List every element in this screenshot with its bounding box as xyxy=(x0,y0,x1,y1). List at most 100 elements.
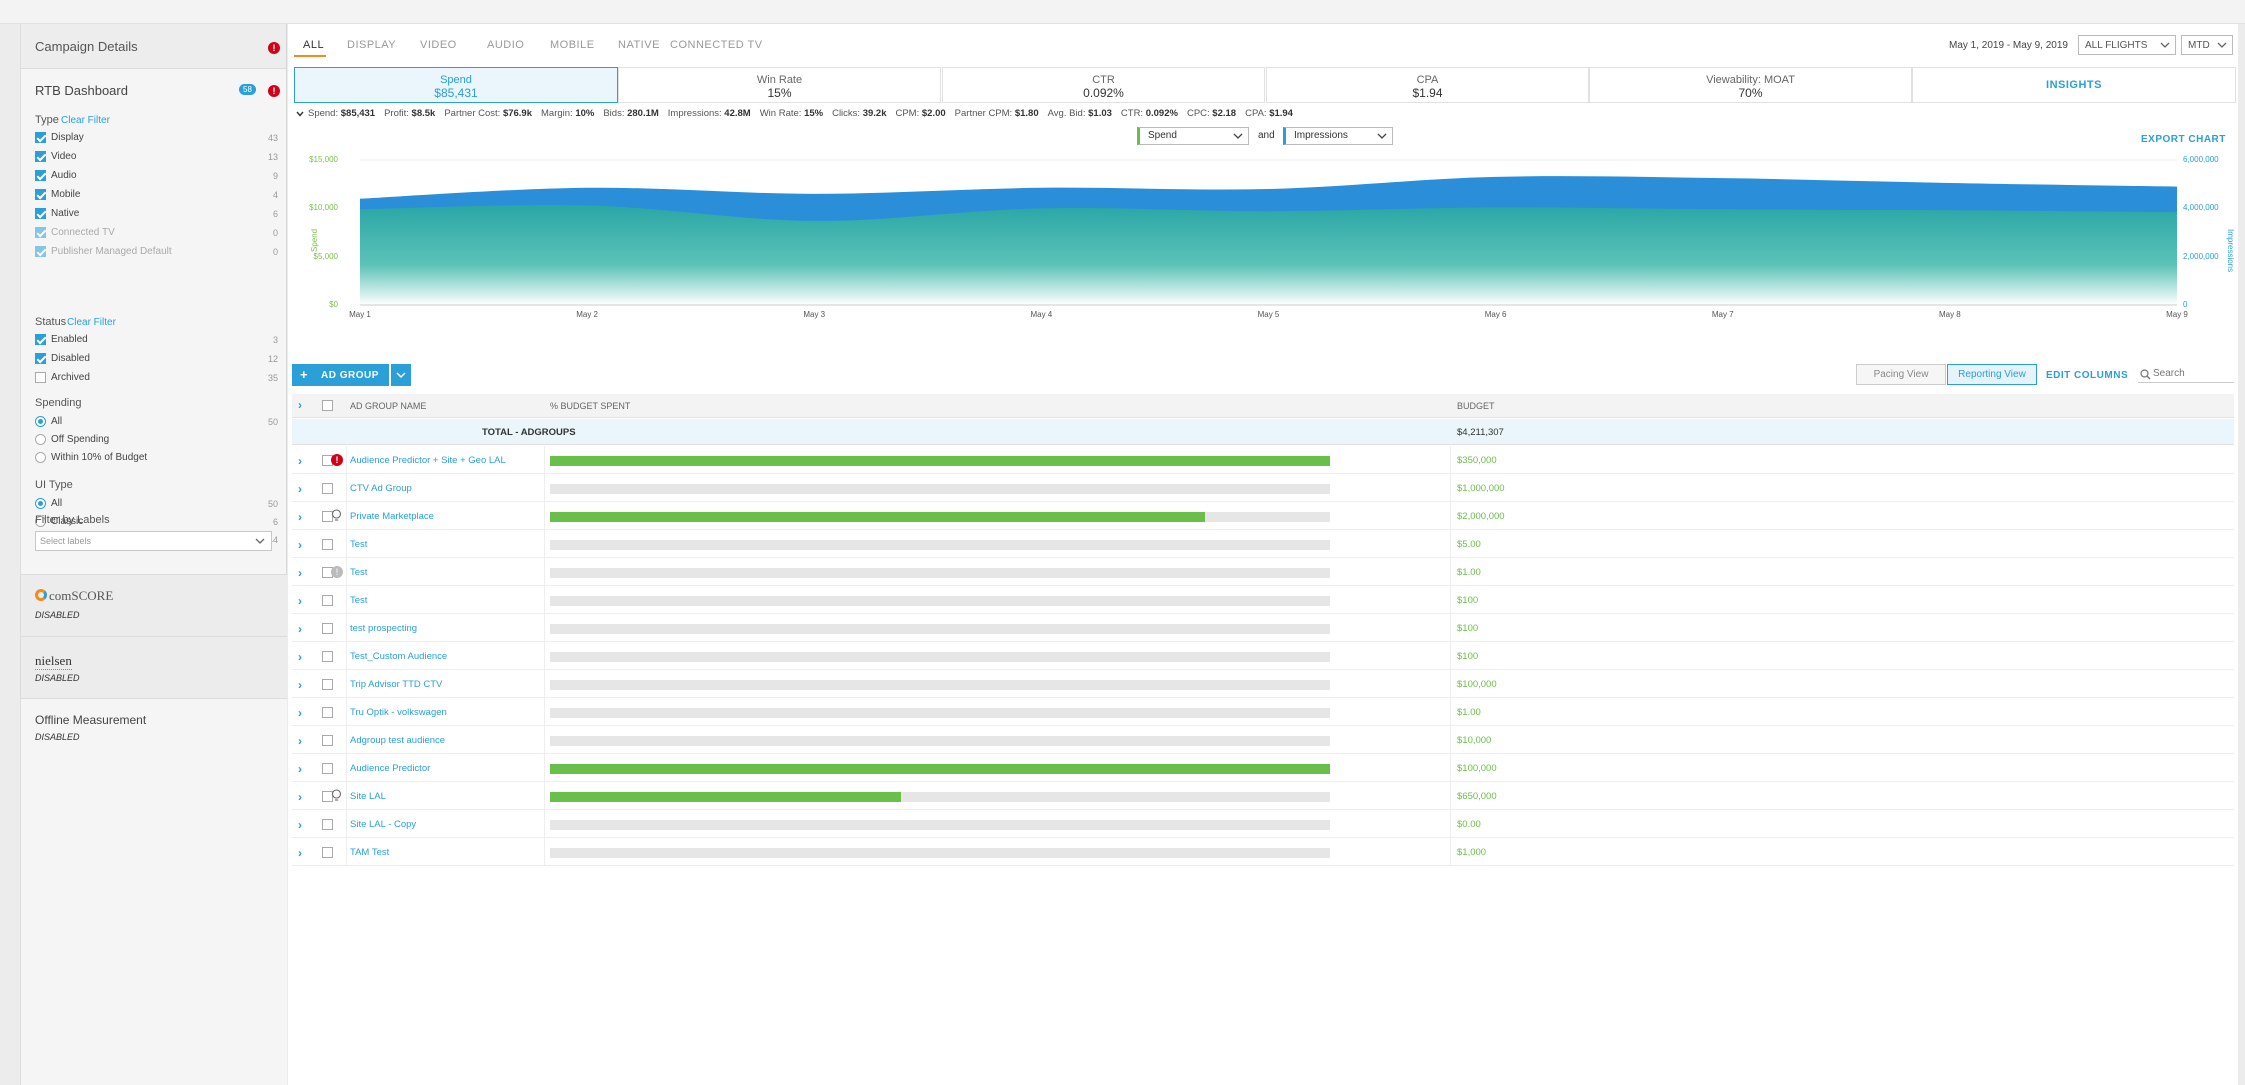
row-checkbox[interactable] xyxy=(322,679,333,690)
col-header-budget-spent[interactable]: % BUDGET SPENT xyxy=(550,401,630,411)
ad-group-name-link[interactable]: Test_Custom Audience xyxy=(350,651,447,662)
row-checkbox[interactable] xyxy=(322,735,333,746)
table-row[interactable]: › Site LAL - Copy $0.00 xyxy=(292,810,2234,838)
type-label: Type xyxy=(35,114,59,126)
ad-group-name-link[interactable]: Test xyxy=(350,539,367,550)
table-row[interactable]: › Site LAL $650,000 xyxy=(292,782,2234,810)
expand-row-chevron-icon[interactable]: › xyxy=(298,566,302,580)
status-clear-filter-link[interactable]: Clear Filter xyxy=(67,317,116,328)
row-checkbox[interactable] xyxy=(322,595,333,606)
col-header-name[interactable]: AD GROUP NAME xyxy=(350,401,426,411)
budget-spent-bar xyxy=(550,596,1330,606)
ad-group-name-link[interactable]: TAM Test xyxy=(350,847,389,858)
ad-group-name-link[interactable]: Private Marketplace xyxy=(350,511,434,522)
budget-value: $350,000 xyxy=(1457,455,1497,466)
nielsen-block[interactable]: nielsen DISABLED xyxy=(21,636,287,698)
ad-group-name-link[interactable]: Test xyxy=(350,567,367,578)
row-checkbox[interactable] xyxy=(322,847,333,858)
expand-row-chevron-icon[interactable]: › xyxy=(298,650,302,664)
radio-all[interactable] xyxy=(35,416,46,427)
table-row[interactable]: ›! Audience Predictor + Site + Geo LAL $35… xyxy=(292,446,2234,474)
row-checkbox[interactable] xyxy=(322,539,333,550)
radio-off-spending[interactable] xyxy=(35,434,46,445)
column-divider xyxy=(346,614,347,642)
table-row[interactable]: › Private Marketplace $2,000,000 xyxy=(292,502,2234,530)
column-divider xyxy=(346,446,347,474)
search-input[interactable] xyxy=(2153,366,2233,380)
radio-all[interactable] xyxy=(35,498,46,509)
table-row[interactable]: › test prospecting $100 xyxy=(292,614,2234,642)
row-checkbox[interactable] xyxy=(322,651,333,662)
ad-group-name-link[interactable]: Audience Predictor xyxy=(350,763,430,774)
ad-group-name-link[interactable]: test prospecting xyxy=(350,623,417,634)
checkbox-audio[interactable] xyxy=(35,170,46,181)
expand-row-chevron-icon[interactable]: › xyxy=(298,678,302,692)
expand-row-chevron-icon[interactable]: › xyxy=(298,454,302,468)
search-field[interactable] xyxy=(2138,365,2234,383)
expand-row-chevron-icon[interactable]: › xyxy=(298,762,302,776)
col-header-budget[interactable]: BUDGET xyxy=(1457,401,1495,411)
ad-group-name-link[interactable]: Adgroup test audience xyxy=(350,735,445,746)
checkbox-archived[interactable] xyxy=(35,372,46,383)
ad-group-menu-button[interactable] xyxy=(391,364,411,386)
campaign-details-header[interactable]: Campaign Details ! xyxy=(21,24,286,69)
row-checkbox[interactable] xyxy=(322,623,333,634)
table-row[interactable]: › Adgroup test audience $10,000 xyxy=(292,726,2234,754)
offline-measurement-block[interactable]: Offline Measurement DISABLED xyxy=(21,698,287,1085)
ad-group-name-link[interactable]: Trip Advisor TTD CTV xyxy=(350,679,442,690)
ad-group-name-link[interactable]: Site LAL xyxy=(350,791,386,802)
pacing-view-button[interactable]: Pacing View xyxy=(1856,364,1946,385)
ad-group-name-link[interactable]: CTV Ad Group xyxy=(350,483,412,494)
filter-count: 6 xyxy=(272,209,278,219)
labels-select[interactable]: Select labels xyxy=(35,531,272,551)
expand-row-chevron-icon[interactable]: › xyxy=(298,706,302,720)
radio-within-10-of-budget[interactable] xyxy=(35,452,46,463)
row-checkbox[interactable] xyxy=(322,819,333,830)
table-row[interactable]: › Test_Custom Audience $100 xyxy=(292,642,2234,670)
expand-row-chevron-icon[interactable]: › xyxy=(298,510,302,524)
x-tick-label: May 8 xyxy=(1938,310,1961,319)
table-row[interactable]: ›! Test $1.00 xyxy=(292,558,2234,586)
comscore-block[interactable]: comSCORE DISABLED xyxy=(21,574,287,636)
ad-group-name-link[interactable]: Audience Predictor + Site + Geo LAL xyxy=(350,455,506,466)
checkbox-display[interactable] xyxy=(35,132,46,143)
expand-row-chevron-icon[interactable]: › xyxy=(298,790,302,804)
checkbox-enabled[interactable] xyxy=(35,334,46,345)
type-clear-filter-link[interactable]: Clear Filter xyxy=(61,115,110,126)
expand-row-chevron-icon[interactable]: › xyxy=(298,482,302,496)
reporting-view-button[interactable]: Reporting View xyxy=(1947,364,2037,385)
expand-row-chevron-icon[interactable]: › xyxy=(298,538,302,552)
table-row[interactable]: › CTV Ad Group $1,000,000 xyxy=(292,474,2234,502)
ad-group-name-link[interactable]: Site LAL - Copy xyxy=(350,819,416,830)
expand-all-chevron-icon[interactable]: › xyxy=(298,398,302,412)
table-row[interactable]: › TAM Test $1,000 xyxy=(292,838,2234,866)
checkbox-connected-tv[interactable] xyxy=(35,227,46,238)
ad-group-name-link[interactable]: Test xyxy=(350,595,367,606)
checkbox-mobile[interactable] xyxy=(35,189,46,200)
add-ad-group-button[interactable]: + AD GROUP xyxy=(292,364,389,386)
row-checkbox[interactable] xyxy=(322,763,333,774)
table-row[interactable]: › Test $5.00 xyxy=(292,530,2234,558)
expand-row-chevron-icon[interactable]: › xyxy=(298,846,302,860)
expand-row-chevron-icon[interactable]: › xyxy=(298,734,302,748)
edit-columns-button[interactable]: EDIT COLUMNS xyxy=(2046,370,2128,381)
chevron-down-icon xyxy=(396,372,406,379)
table-row[interactable]: › Trip Advisor TTD CTV $100,000 xyxy=(292,670,2234,698)
row-checkbox[interactable] xyxy=(322,707,333,718)
expand-row-chevron-icon[interactable]: › xyxy=(298,594,302,608)
expand-row-chevron-icon[interactable]: › xyxy=(298,622,302,636)
row-checkbox[interactable] xyxy=(322,483,333,494)
checkbox-native[interactable] xyxy=(35,208,46,219)
table-row[interactable]: › Tru Optik - volkswagen $1.00 xyxy=(292,698,2234,726)
checkbox-disabled[interactable] xyxy=(35,353,46,364)
column-divider xyxy=(346,530,347,558)
ad-group-name-link[interactable]: Tru Optik - volkswagen xyxy=(350,707,447,718)
checkbox-publisher-managed-default[interactable] xyxy=(35,246,46,257)
table-row[interactable]: › Test $100 xyxy=(292,586,2234,614)
expand-row-chevron-icon[interactable]: › xyxy=(298,818,302,832)
checkbox-video[interactable] xyxy=(35,151,46,162)
table-row[interactable]: › Audience Predictor $100,000 xyxy=(292,754,2234,782)
filter-count: 12 xyxy=(267,354,278,364)
select-all-checkbox[interactable] xyxy=(322,400,333,411)
budget-spent-bar xyxy=(550,792,1330,802)
